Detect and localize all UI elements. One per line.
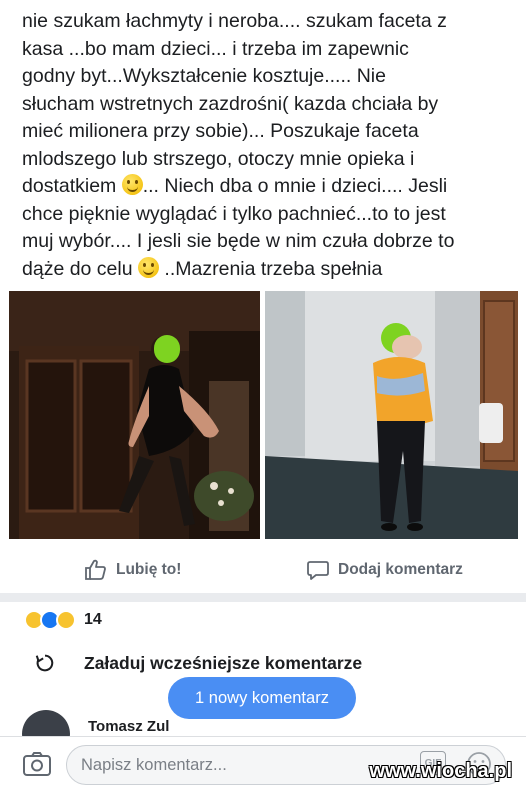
thumbs-up-icon [85, 559, 106, 580]
like-button[interactable]: Lubię to! [84, 558, 181, 582]
post-line: chce pięknie wyglądać i tylko pachnieć..… [22, 202, 446, 225]
post-line: mlodszego lub strszego, otoczy mnie opie… [22, 147, 415, 170]
site-watermark: www.wiocha.pl [369, 760, 512, 782]
post-line: kasa ...bo mam dzieci... i trzeba im zap… [22, 37, 409, 60]
add-comment-button[interactable]: Dodaj komentarz [306, 558, 463, 582]
new-comment-pill[interactable]: 1 nowy komentarz [168, 677, 356, 719]
post-line: dostatkiem ... Niech dba o mnie i dzieci… [22, 173, 514, 201]
commenter-name[interactable]: Tomasz Zul [88, 718, 169, 735]
add-comment-label: Dodaj komentarz [338, 561, 463, 578]
reactions-count: 14 [84, 611, 102, 628]
camera-icon[interactable] [22, 751, 52, 777]
photo-woman-dark-room [9, 291, 260, 539]
post-line: mieć milionera przy sobie)... Poszukaje … [22, 120, 419, 142]
smiling-face-emoji-icon [138, 256, 160, 278]
post-text: nie szukam łachmyty i neroba.... szukam … [22, 8, 514, 283]
post-line: muj wybór.... I jesli sie będe w nim czu… [22, 230, 455, 252]
load-earlier-comments-button[interactable]: Załaduj wcześniejsze komentarze [34, 652, 362, 674]
post-line: słucham wstretnych zazdrośni( kazda chci… [22, 92, 439, 115]
post-photo-left[interactable] [9, 291, 260, 539]
reactions-summary[interactable]: 14 [24, 606, 102, 634]
refresh-icon [35, 654, 54, 672]
post-fragment: ..Mazrenia trzeba spełnia [159, 257, 383, 280]
smiling-face-emoji-icon [121, 174, 143, 195]
post-actions: Lubię to! Dodaj komentarz [0, 540, 526, 600]
post-line: dąże do celu ..Mazrenia trzeba spełnia [22, 256, 514, 284]
comment-bubble-icon [307, 561, 329, 580]
like-label: Lubię to! [116, 561, 182, 578]
post-photo-right[interactable] [265, 291, 518, 539]
wow-reaction-icon [56, 610, 76, 630]
post-fragment: dąże do celu [22, 257, 133, 280]
post-line: godny byt...Wykształcenie kosztuje..... … [22, 65, 386, 87]
post-fragment: ... Niech dba o mnie i dzieci.... Jesli [142, 175, 448, 197]
load-earlier-label: Załaduj wcześniejsze komentarze [84, 652, 363, 673]
post-fragment: dostatkiem [22, 175, 117, 197]
post-photos [0, 291, 526, 539]
photo-woman-holding-baby [265, 291, 518, 539]
section-divider [0, 593, 526, 602]
post-line: nie szukam łachmyty i neroba.... szukam … [22, 10, 447, 32]
